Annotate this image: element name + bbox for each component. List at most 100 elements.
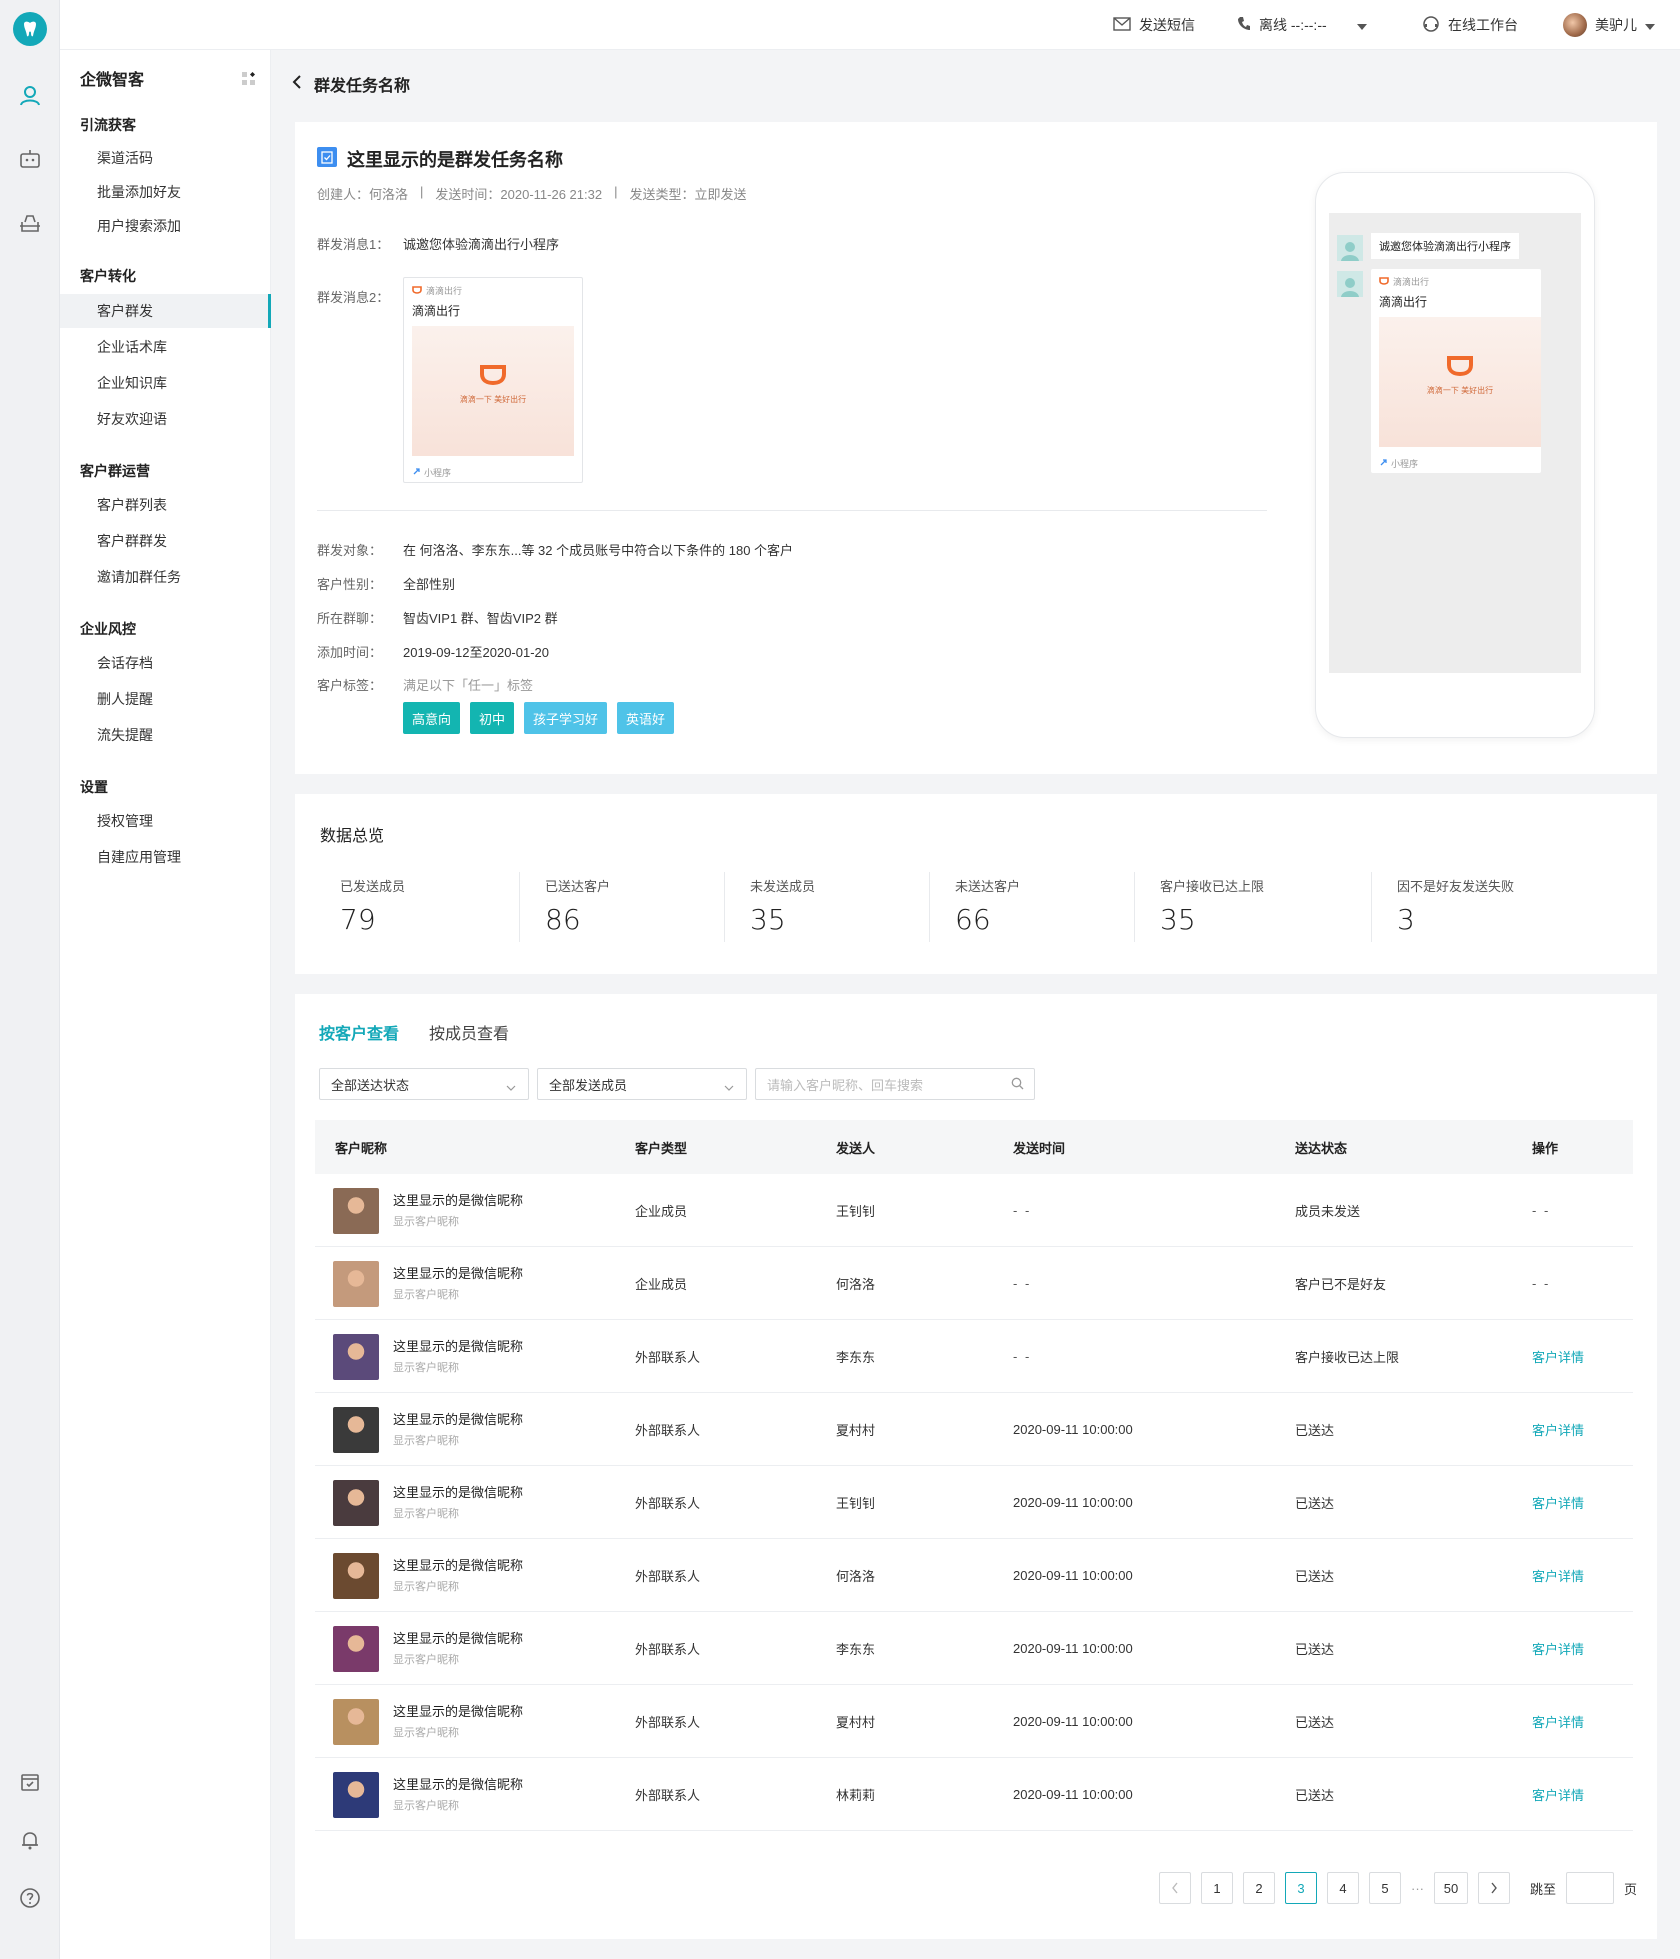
msg1-value: 诚邀您体验滴滴出行小程序 (403, 237, 560, 252)
phone-icon (1237, 16, 1251, 35)
table-row: 这里显示的是微信昵称 显示客户昵称 外部联系人 夏村村 2020-09-11 10:00… (315, 1685, 1633, 1758)
sidebar-item-batch-add[interactable]: 批量添加好友 (60, 175, 271, 209)
avatar[interactable] (333, 1772, 379, 1818)
delivery-status: 已送达 (1295, 1788, 1335, 1803)
avatar[interactable] (333, 1699, 379, 1745)
added-time-value: 2019-09-12至2020-01-20 (403, 645, 549, 660)
avatar[interactable] (333, 1626, 379, 1672)
nav-group-title: 企业风控 (80, 621, 136, 637)
customer-detail-link[interactable]: 客户详情 (1532, 1493, 1584, 1512)
customer-detail-link[interactable]: 客户详情 (1532, 1639, 1584, 1658)
sidebar-item-group-mass-send[interactable]: 客户群群发 (60, 524, 271, 558)
row-action: 客户详情 (1532, 1758, 1584, 1831)
avatar[interactable] (333, 1188, 379, 1234)
phone-preview: 诚邀您体验滴滴出行小程序 滴滴出行 滴滴出行 滴滴一下 美好出行 小程序 (1315, 172, 1595, 738)
caret-down-icon (1645, 17, 1655, 33)
sidebar-item-session-archive[interactable]: 会话存档 (60, 646, 271, 680)
back-arrow-icon[interactable] (292, 74, 302, 95)
pagination-ellipsis: ··· (1411, 1880, 1424, 1896)
robot-icon[interactable] (18, 148, 42, 172)
chevron-left-icon[interactable] (1159, 1872, 1191, 1904)
page-button-current[interactable]: 3 (1285, 1872, 1317, 1904)
logo-icon[interactable] (13, 12, 47, 46)
sender: 王钊钊 (836, 1496, 876, 1511)
send-sms-label: 发送短信 (1139, 17, 1195, 33)
mini-program-card[interactable]: 滴滴出行 滴滴出行 滴滴一下 美好出行 小程序 (403, 277, 583, 483)
phone-status[interactable]: 离线 --:--:-- (1237, 0, 1367, 50)
pagination: 1 2 3 4 5 ··· 50 跳至 页 (1159, 1872, 1637, 1904)
page-button[interactable]: 1 (1201, 1872, 1233, 1904)
page-title: 群发任务名称 (314, 78, 411, 95)
customer-detail-link[interactable]: 客户详情 (1532, 1785, 1584, 1804)
sidebar-item-knowledge-base[interactable]: 企业知识库 (60, 366, 271, 400)
customer-remark: 显示客户昵称 (393, 1435, 459, 1447)
search-input[interactable]: 请输入客户昵称、回车搜索 (755, 1068, 1035, 1100)
sender: 李东东 (836, 1642, 876, 1657)
page-button[interactable]: 5 (1369, 1872, 1401, 1904)
sender: 王钊钊 (836, 1204, 876, 1219)
calendar-icon[interactable] (18, 1770, 42, 1794)
help-icon[interactable] (18, 1886, 42, 1910)
table-header: 客户昵称 客户类型 发送人 发送时间 送达状态 操作 (315, 1120, 1633, 1174)
customer-detail-link[interactable]: 客户详情 (1532, 1420, 1584, 1439)
didi-logo-icon (1447, 356, 1473, 377)
chevron-right-icon[interactable] (1478, 1872, 1510, 1904)
table-row: 这里显示的是微信昵称 显示客户昵称 外部联系人 林莉莉 2020-09-11 10:00… (315, 1758, 1633, 1831)
mini-program-source: 滴滴出行 (412, 284, 462, 297)
sidebar-item-customer-mass-send[interactable]: 客户群发 (60, 294, 271, 328)
customer-nickname: 这里显示的是微信昵称 (393, 1558, 524, 1573)
mini-program-footer: 小程序 (412, 466, 451, 479)
tab-by-member[interactable]: 按成员查看 (429, 1020, 509, 1044)
workbench-button[interactable]: 在线工作台 (1422, 0, 1518, 50)
grid-toggle-icon[interactable] (242, 72, 256, 89)
task-send-type: 发送类型：立即发送 (629, 187, 747, 202)
member-filter-select[interactable]: 全部发送成员 (537, 1068, 747, 1100)
search-icon[interactable] (1011, 1077, 1024, 1093)
link-icon (412, 467, 421, 478)
customer-detail-link[interactable]: 客户详情 (1532, 1712, 1584, 1731)
page-button[interactable]: 4 (1327, 1872, 1359, 1904)
bell-icon[interactable] (18, 1828, 42, 1852)
table-row: 这里显示的是微信昵称 显示客户昵称 外部联系人 李东东 - - 客户接收已达上限 客户详情 (315, 1320, 1633, 1393)
customer-detail-link[interactable]: 客户详情 (1532, 1566, 1584, 1585)
nav-group-title: 客户转化 (80, 268, 136, 284)
tag-chip: 初中 (470, 702, 515, 734)
avatar[interactable] (333, 1553, 379, 1599)
caret-down-icon[interactable] (1356, 17, 1367, 33)
sidebar-item-churn-alert[interactable]: 流失提醒 (60, 718, 271, 752)
sidebar-item-delete-alert[interactable]: 删人提醒 (60, 682, 271, 716)
task-title: 这里显示的是群发任务名称 (317, 146, 563, 172)
send-sms-button[interactable]: 发送短信 (1113, 0, 1195, 50)
page-button[interactable]: 2 (1243, 1872, 1275, 1904)
row-action: 客户详情 (1532, 1466, 1584, 1539)
sidebar-item-group-list[interactable]: 客户群列表 (60, 488, 271, 522)
customer-remark: 显示客户昵称 (393, 1727, 459, 1739)
sender: 夏村村 (836, 1715, 876, 1730)
user-menu[interactable]: 美驴儿 (1563, 0, 1655, 50)
tag-chip: 高意向 (403, 702, 461, 734)
link-icon (1379, 458, 1388, 469)
avatar[interactable] (333, 1407, 379, 1453)
customer-detail-link[interactable]: 客户详情 (1532, 1347, 1584, 1366)
sidebar-item-invite-group[interactable]: 邀请加群任务 (60, 560, 271, 594)
status-filter-select[interactable]: 全部送达状态 (319, 1068, 529, 1100)
page-button-last[interactable]: 50 (1434, 1872, 1468, 1904)
avatar[interactable] (333, 1480, 379, 1526)
jump-page-input[interactable] (1566, 1872, 1615, 1904)
tab-by-customer[interactable]: 按客户查看 (319, 1020, 399, 1044)
sidebar-item-welcome-message[interactable]: 好友欢迎语 (60, 402, 271, 436)
customer-icon[interactable] (18, 84, 42, 108)
sidebar-item-channel-code[interactable]: 渠道活码 (60, 141, 271, 175)
avatar (1337, 235, 1363, 261)
send-time: - - (1013, 1203, 1032, 1218)
sidebar-item-script-library[interactable]: 企业话术库 (60, 330, 271, 364)
row-action: - - (1532, 1174, 1550, 1247)
sidebar-item-custom-app[interactable]: 自建应用管理 (60, 840, 271, 874)
scan-icon[interactable] (18, 212, 42, 236)
mini-program-slogan: 滴滴一下 美好出行 (1426, 386, 1494, 395)
divider (317, 510, 1267, 511)
sidebar-item-authorization[interactable]: 授权管理 (60, 804, 271, 838)
avatar[interactable] (333, 1261, 379, 1307)
sidebar-item-user-search[interactable]: 用户搜索添加 (60, 209, 271, 243)
avatar[interactable] (333, 1334, 379, 1380)
